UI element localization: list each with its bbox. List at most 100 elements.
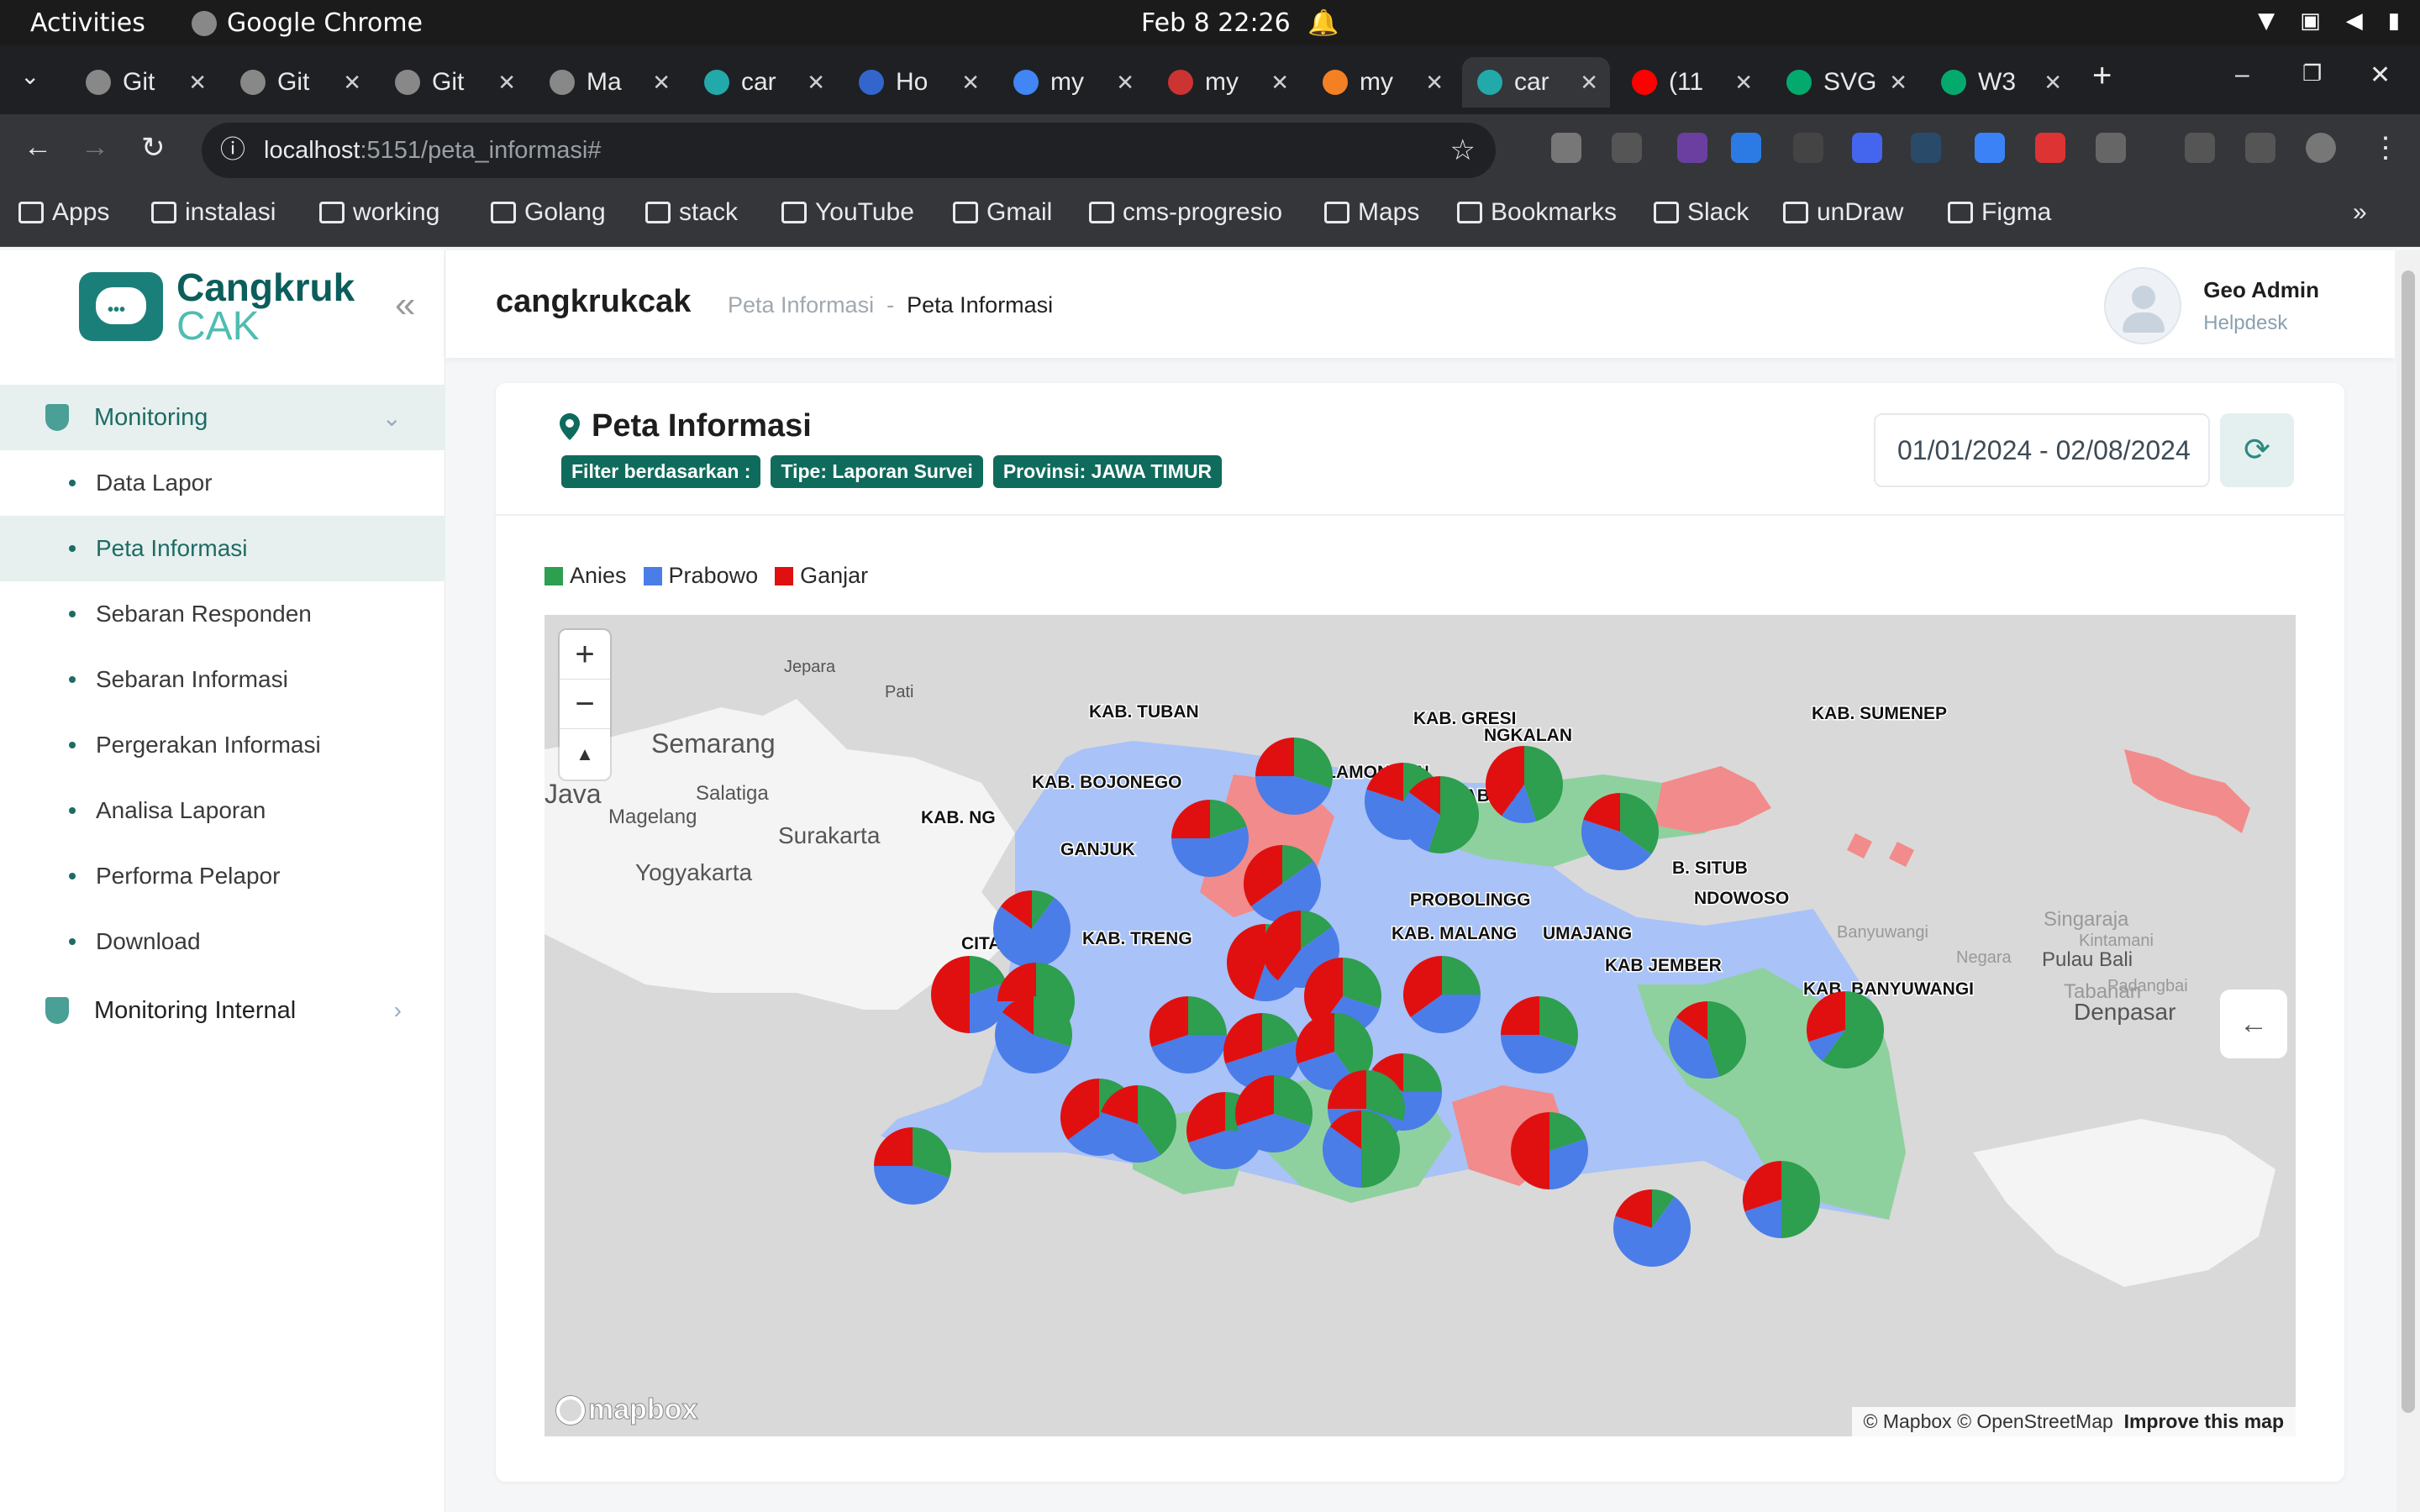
pie-marker[interactable] [1235,1075,1313,1152]
browser-tab[interactable]: car ✕ [1462,57,1610,108]
close-window-icon[interactable]: ✕ [2370,60,2391,90]
browser-tab[interactable]: (11 ✕ [1617,57,1765,108]
avatar[interactable] [2104,267,2182,344]
tab-close-icon[interactable]: ✕ [343,70,361,96]
bookmark-item[interactable]: Bookmarks [1457,198,1617,227]
menu-kebab-icon[interactable]: ⋮ [2371,131,2400,165]
site-info-icon[interactable]: ⓘ [220,123,245,178]
tab-close-icon[interactable]: ✕ [961,70,980,96]
tab-close-icon[interactable]: ✕ [1116,70,1134,96]
extension-icon[interactable] [2035,133,2065,163]
clock[interactable]: Feb 8 22:26 [1141,8,1291,38]
sidebar-item[interactable]: Sebaran Responden [0,581,445,647]
reload-icon[interactable]: ↻ [141,131,166,165]
map-canvas[interactable]: Jepara Pati Semarang Java Salatiga Magelang Su… [544,615,2296,1436]
pie-marker[interactable] [931,956,1008,1033]
pie-marker[interactable] [1511,1112,1588,1189]
browser-tab[interactable]: Git ✕ [380,57,528,108]
pie-marker[interactable] [1486,746,1563,823]
browser-tab[interactable]: Ma ✕ [534,57,682,108]
page-scrollbar[interactable] [2396,250,2420,1512]
forward-icon[interactable]: → [81,131,109,164]
pie-marker[interactable] [1403,956,1481,1033]
pie-marker[interactable] [1613,1189,1691,1267]
pie-marker[interactable] [1743,1161,1820,1238]
tab-close-icon[interactable]: ✕ [1580,70,1598,96]
extension-icon[interactable] [1612,133,1642,163]
date-range-input[interactable]: 01/01/2024 - 02/08/2024 [1874,413,2210,487]
browser-tab[interactable]: my ✕ [1153,57,1301,108]
profile-avatar[interactable] [2306,133,2336,163]
restore-icon[interactable]: ❐ [2302,60,2322,87]
sidebar-item[interactable]: Peta Informasi [0,516,445,581]
tab-close-icon[interactable]: ✕ [188,70,207,96]
pie-marker[interactable] [1255,738,1333,816]
mapbox-logo[interactable]: mapbox [556,1394,698,1426]
bookmark-item[interactable]: Apps [18,198,109,227]
address-bar[interactable]: ⓘ localhost:5151/peta_informasi# ☆ [202,123,1496,178]
extension-icon[interactable] [1852,133,1882,163]
bookmark-item[interactable]: stack [645,198,738,227]
attribution-text[interactable]: © Mapbox © OpenStreetMap [1864,1410,2113,1432]
more-bookmarks-icon[interactable]: » [2353,198,2367,227]
improve-map-link[interactable]: Improve this map [2124,1410,2284,1432]
media-icon[interactable] [2185,133,2215,163]
tab-close-icon[interactable]: ✕ [807,70,825,96]
new-tab-button[interactable]: + [2092,57,2112,95]
bookmark-item[interactable]: Gmail [953,198,1052,227]
pie-marker[interactable] [1171,800,1249,878]
wifi-icon[interactable]: ▼ [2258,8,2275,34]
logo[interactable]: ••• Cangkruk CAK [79,267,355,347]
app-indicator[interactable]: Google Chrome [192,8,423,38]
pie-marker[interactable] [874,1127,951,1205]
tab-close-icon[interactable]: ✕ [497,70,516,96]
pie-marker[interactable] [1581,793,1659,870]
extension-icon[interactable] [1975,133,2005,163]
refresh-button[interactable]: ⟳ [2220,413,2294,487]
tab-close-icon[interactable]: ✕ [652,70,671,96]
pie-marker[interactable] [995,996,1072,1074]
bookmark-item[interactable]: unDraw [1783,198,1903,227]
sidebar-item[interactable]: Download [0,909,445,974]
tab-search-icon[interactable]: ⌄ [20,62,39,90]
extension-icon[interactable] [1551,133,1581,163]
browser-tab[interactable]: my ✕ [998,57,1146,108]
browser-tab[interactable]: SVG ✕ [1771,57,1919,108]
sidebar-item[interactable]: Sebaran Informasi [0,647,445,712]
bookmark-item[interactable]: Golang [491,198,606,227]
puzzle-icon[interactable] [2096,133,2126,163]
bookmark-item[interactable]: cms-progresio [1089,198,1282,227]
sidebar-item[interactable]: Performa Pelapor [0,843,445,909]
scrollbar-thumb[interactable] [2402,270,2415,1413]
extension-icon[interactable] [1731,133,1761,163]
menu-monitoring[interactable]: Monitoring ⌄ [0,385,445,450]
breadcrumb-parent[interactable]: Peta Informasi [728,292,874,318]
extension-icon[interactable] [1793,133,1823,163]
map-svg[interactable]: Jepara Pati Semarang Java SalatigaMagelang Su… [544,615,2296,1436]
pie-marker[interactable] [993,890,1071,968]
battery-icon[interactable]: ▮ [2388,8,2400,34]
pie-marker[interactable] [1669,1001,1746,1079]
bookmark-item[interactable]: instalasi [151,198,276,227]
tab-close-icon[interactable]: ✕ [1425,70,1444,96]
minimize-icon[interactable]: – [2235,60,2249,89]
vpn-icon[interactable]: ▣ [2300,8,2321,34]
collapse-sidebar-icon[interactable]: « [395,284,415,326]
bookmark-star-icon[interactable]: ☆ [1450,123,1476,178]
pie-marker[interactable] [1807,991,1885,1068]
browser-tab[interactable]: Git ✕ [71,57,218,108]
bookmark-item[interactable]: YouTube [781,198,914,227]
tab-close-icon[interactable]: ✕ [1889,70,1907,96]
compass-button[interactable]: ▲ [560,729,610,779]
back-icon[interactable]: ← [24,131,52,164]
sidebar-item[interactable]: Pergerakan Informasi [0,712,445,778]
tab-close-icon[interactable]: ✕ [1734,70,1753,96]
browser-tab[interactable]: W3 ✕ [1926,57,2074,108]
bookmark-item[interactable]: working [319,198,439,227]
sidebar-item[interactable]: Analisa Laporan [0,778,445,843]
pie-marker[interactable] [1099,1085,1176,1163]
pie-marker[interactable] [1323,1110,1400,1188]
volume-icon[interactable]: ◀ [2346,8,2363,34]
calendar-extension-icon[interactable] [1677,133,1707,163]
bookmark-item[interactable]: Maps [1324,198,1419,227]
